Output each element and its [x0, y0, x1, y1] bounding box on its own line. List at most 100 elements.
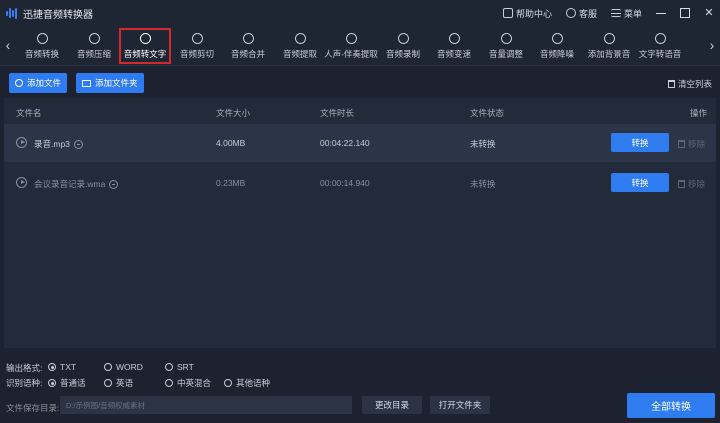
tool-label: 音频合并	[230, 48, 265, 59]
headset-icon	[565, 8, 576, 18]
tool-5[interactable]: 音频提取	[274, 28, 326, 64]
tool-4[interactable]: 音频合并	[222, 28, 274, 64]
tool-label: 音频录制	[385, 48, 420, 59]
refresh-icon	[36, 32, 48, 44]
tool-label: 音频变速	[436, 48, 471, 59]
voice-extract-icon	[345, 32, 357, 44]
file-duration: 00:04:22.140	[320, 138, 370, 148]
clear-list-button[interactable]: 清空列表	[667, 78, 712, 90]
menu-button[interactable]: 菜单	[610, 7, 642, 20]
format-option-txt[interactable]: TXT	[48, 362, 76, 372]
language-option-mandarin[interactable]: 普通话	[48, 377, 86, 389]
table-row[interactable]: 录音.mp3 4.00MB 00:04:22.140 未转换 转换 移除	[4, 124, 716, 162]
title-bar: 迅捷音频转换器 帮助中心 客服 菜单 ✕	[0, 0, 720, 26]
change-dir-button[interactable]: 更改目录	[362, 396, 422, 414]
header-file-status: 文件状态	[470, 108, 505, 118]
tool-1[interactable]: 音频压缩	[68, 28, 120, 64]
save-dir-label: 文件保存目录:	[6, 403, 60, 413]
tool-label: 添加背景音	[587, 48, 631, 59]
file-duration: 00:00:14.940	[320, 178, 370, 188]
tool-7[interactable]: 音频录制	[377, 28, 429, 64]
tool-label: 音频转换	[24, 48, 59, 59]
tool-label: 音量调整	[488, 48, 523, 59]
app-logo-icon	[6, 7, 18, 19]
play-icon[interactable]	[16, 137, 27, 148]
radio-icon[interactable]	[165, 363, 173, 371]
app-title: 迅捷音频转换器	[23, 9, 93, 21]
plus-circle-icon	[15, 79, 23, 87]
tool-12[interactable]: 文字转语音	[634, 28, 686, 64]
add-file-button[interactable]: 添加文件	[9, 73, 68, 93]
tool-6[interactable]: 人声-伴奏提取	[324, 28, 378, 64]
tool-label: 音频压缩	[76, 48, 111, 59]
customer-service-button[interactable]: 客服	[565, 7, 597, 20]
minus-circle-icon[interactable]	[73, 140, 83, 150]
format-option-srt[interactable]: SRT	[165, 362, 194, 372]
clock-icon	[448, 32, 460, 44]
tool-list: 音频转换 音频压缩 音频转文字 音频剪切 音频合并 音频提取 人声-伴奏提取 音频录制 音频变速…	[16, 28, 704, 64]
trash-icon	[667, 80, 675, 88]
header-file-size: 文件大小	[216, 108, 251, 118]
table-row[interactable]: 会议录音记录.wma 0.23MB 00:00:14.940 未转换 转换 移除	[4, 164, 716, 202]
radio-icon[interactable]	[104, 379, 112, 387]
tool-label: 音频剪切	[179, 48, 214, 59]
microphone-icon	[397, 32, 409, 44]
tool-toolbar: ‹ 音频转换 音频压缩 音频转文字 音频剪切 音频合并 音频提取 人声-伴奏提取 音频录制 音频…	[0, 26, 720, 66]
convert-button[interactable]: 转换	[611, 173, 669, 192]
minimize-button[interactable]	[656, 8, 666, 18]
convert-button[interactable]: 转换	[611, 133, 669, 152]
tool-label: 人声-伴奏提取	[324, 48, 378, 59]
language-option-mixed[interactable]: 中英混合	[165, 377, 211, 389]
file-list-panel: 文件名 文件大小 文件时长 文件状态 操作 录音.mp3 4.00MB 00:0…	[4, 98, 716, 348]
settings-panel: 输出格式: TXT WORD SRT 识别语种: 普通话 英语 中英混合 其他语…	[0, 356, 720, 396]
remove-button[interactable]: 移除	[678, 178, 705, 190]
tool-2[interactable]: 音频转文字	[119, 28, 171, 64]
trash-icon	[678, 180, 685, 188]
help-center-button[interactable]: 帮助中心	[502, 7, 552, 20]
header-action: 操作	[690, 108, 708, 118]
file-status: 未转换	[470, 139, 496, 149]
radio-selected-icon[interactable]	[48, 363, 56, 371]
text-to-speech-icon	[654, 32, 666, 44]
tool-8[interactable]: 音频变速	[428, 28, 480, 64]
add-folder-button[interactable]: 添加文件夹	[76, 73, 144, 93]
output-format-label: 输出格式:	[6, 363, 43, 373]
language-option-english[interactable]: 英语	[104, 377, 133, 389]
scissors-icon	[191, 32, 203, 44]
file-size: 0.23MB	[216, 178, 246, 188]
merge-icon	[242, 32, 254, 44]
save-dir-input[interactable]	[60, 396, 352, 414]
language-option-other[interactable]: 其他语种	[224, 377, 270, 389]
play-icon[interactable]	[16, 177, 27, 188]
minus-circle-icon[interactable]	[109, 180, 119, 190]
waveform-icon	[551, 32, 563, 44]
folder-icon	[82, 79, 91, 87]
tool-3[interactable]: 音频剪切	[171, 28, 223, 64]
tool-13[interactable]: 淡入	[686, 28, 704, 64]
maximize-button[interactable]	[680, 8, 690, 18]
radio-icon[interactable]	[224, 379, 232, 387]
help-icon	[502, 8, 513, 18]
tool-10[interactable]: 音频降噪	[531, 28, 583, 64]
open-folder-button[interactable]: 打开文件夹	[430, 396, 490, 414]
radio-selected-icon[interactable]	[48, 379, 56, 387]
scroll-right-arrow-icon[interactable]: ›	[706, 34, 718, 56]
remove-button[interactable]: 移除	[678, 138, 705, 150]
tool-0[interactable]: 音频转换	[16, 28, 68, 64]
tool-label: 音频提取	[282, 48, 317, 59]
convert-all-button[interactable]: 全部转换	[627, 393, 715, 418]
format-option-word[interactable]: WORD	[104, 362, 143, 372]
action-bar: 添加文件 添加文件夹 清空列表	[0, 66, 720, 98]
file-name: 录音.mp3	[34, 139, 70, 149]
music-note-icon	[603, 32, 615, 44]
language-label: 识别语种:	[6, 378, 43, 388]
radio-icon[interactable]	[104, 363, 112, 371]
header-file-name: 文件名	[16, 108, 42, 118]
tool-11[interactable]: 添加背景音	[583, 28, 635, 64]
speech-to-text-icon	[139, 32, 151, 44]
close-button[interactable]: ✕	[704, 8, 714, 19]
tool-label: 音频降噪	[539, 48, 574, 59]
tool-9[interactable]: 音量调整	[480, 28, 532, 64]
scroll-left-arrow-icon[interactable]: ‹	[2, 34, 14, 56]
radio-icon[interactable]	[165, 379, 173, 387]
